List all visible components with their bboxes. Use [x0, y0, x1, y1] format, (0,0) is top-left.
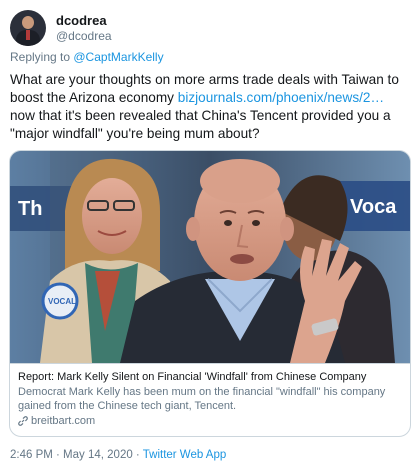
card-domain[interactable]: breitbart.com	[18, 414, 402, 428]
card-body[interactable]: Report: Mark Kelly Silent on Financial '…	[10, 363, 410, 436]
card-title[interactable]: Report: Mark Kelly Silent on Financial '…	[18, 370, 402, 384]
replying-to: Replying to @CaptMarkKelly	[10, 50, 164, 64]
tweet-text-after: now that it's been revealed that China's…	[10, 108, 391, 141]
avatar[interactable]	[10, 10, 46, 46]
tweet-header: dcodrea @dcodrea	[10, 8, 112, 48]
card-image[interactable]: Th Voca VOCAL	[10, 151, 410, 363]
banner-left-text: Th	[18, 198, 42, 220]
tweet-timestamp[interactable]: 2:46 PM · May 14, 2020 ·	[10, 449, 143, 461]
tweet-source[interactable]: Twitter Web App	[143, 449, 227, 461]
card-description: Democrat Mark Kelly has been mum on the …	[18, 386, 386, 412]
tweet-footer: 2:46 PM · May 14, 2020 · Twitter Web App	[10, 449, 226, 461]
tweet-text: What are your thoughts on more arms trad…	[10, 71, 412, 143]
link-card[interactable]: Th Voca VOCAL Report: Mark Kelly Silent …	[9, 150, 411, 437]
tweet-link[interactable]: bizjournals.com/phoenix/news/2…	[178, 90, 384, 105]
replying-prefix: Replying to	[10, 50, 74, 64]
reply-to-link[interactable]: @CaptMarkKelly	[73, 50, 163, 64]
user-names: dcodrea @dcodrea	[56, 13, 112, 44]
card-domain-text: breitbart.com	[31, 415, 96, 427]
card-photo: Th Voca VOCAL	[10, 151, 410, 363]
user-handle[interactable]: @dcodrea	[56, 29, 112, 44]
link-icon	[18, 416, 28, 426]
banner-right-text: Voca	[350, 196, 397, 218]
display-name[interactable]: dcodrea	[56, 13, 112, 29]
badge-text: VOCAL	[48, 297, 76, 306]
